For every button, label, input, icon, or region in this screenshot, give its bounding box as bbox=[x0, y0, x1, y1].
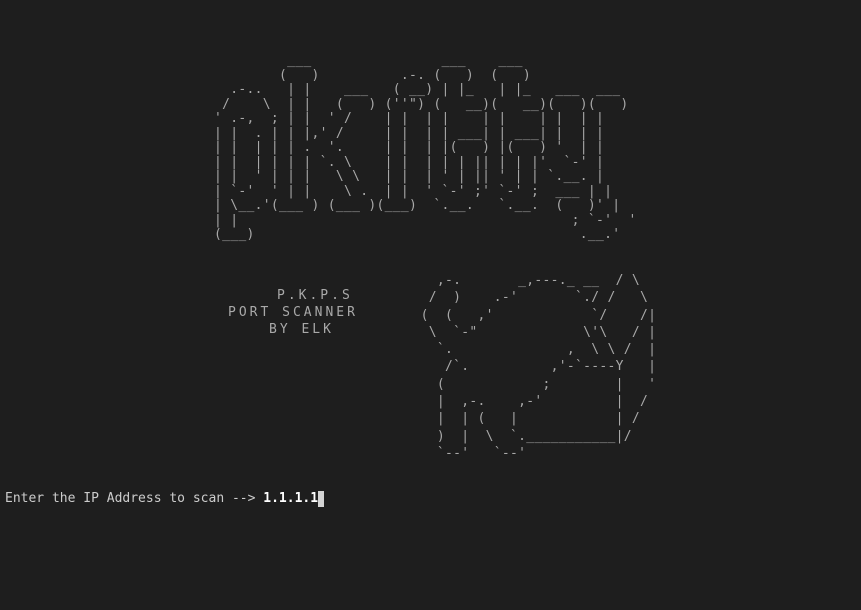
tool-subtitle: PORT SCANNER bbox=[228, 305, 358, 320]
pkitty-ascii-banner: ___ ___ ___ ( ) .-. ( ) ( ) .-.. | | ___… bbox=[214, 53, 637, 242]
ip-prompt-label: Enter the IP Address to scan --> bbox=[5, 491, 264, 506]
cat-ascii-art: ,-. _,---._ __ / \ / ) .-' `./ / \ ( ( ,… bbox=[420, 273, 657, 461]
ip-prompt-line[interactable]: Enter the IP Address to scan --> 1.1.1.1 bbox=[5, 490, 325, 507]
tool-title: P.K.P.S bbox=[277, 288, 353, 303]
tool-author: BY ELK bbox=[269, 322, 334, 337]
ip-input-value[interactable]: 1.1.1.1 bbox=[263, 490, 318, 507]
terminal-window[interactable]: ___ ___ ___ ( ) .-. ( ) ( ) .-.. | | ___… bbox=[0, 0, 861, 610]
text-cursor bbox=[318, 490, 325, 507]
